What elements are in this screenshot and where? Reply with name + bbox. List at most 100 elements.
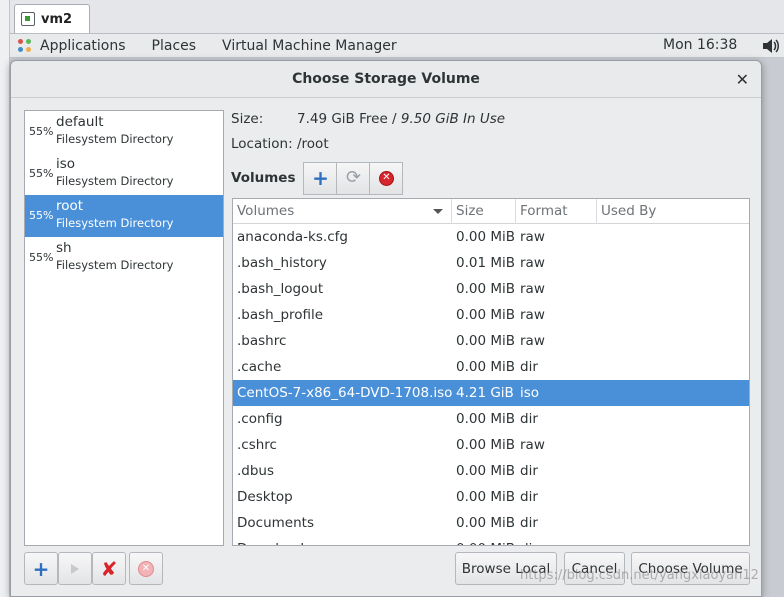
pool-usage: 55% [29, 125, 54, 138]
cell-name: .bash_history [237, 255, 327, 271]
dialog-title: Choose Storage Volume [292, 71, 480, 87]
choose-storage-volume-dialog: Choose Storage Volume ✕ 55% default Filesy… [10, 60, 762, 597]
size-value: 7.49 GiB Free / 9.50 GiB In Use [297, 111, 505, 127]
table-row[interactable]: Downloads 0.00 MiBdir [233, 536, 749, 545]
stop-pool-button[interactable]: ✕ [129, 552, 163, 585]
applications-icon [18, 38, 32, 53]
pool-name: iso [56, 156, 76, 172]
cell-format: raw [520, 333, 545, 349]
table-row[interactable]: anaconda-ks.cfg 0.00 MiB raw [233, 224, 749, 250]
storage-pool-list: 55% default Filesystem Directory 55% iso File… [24, 110, 224, 546]
volumes-table-header: Volumes Size Format Used By [233, 199, 749, 224]
pool-type: Filesystem Directory [56, 174, 174, 188]
pool-name: root [56, 198, 84, 214]
table-row[interactable]: Documents 0.00 MiB dir [233, 510, 749, 536]
pool-usage: 55% [29, 167, 54, 180]
pool-type: Filesystem Directory [56, 258, 174, 272]
cell-format: raw [520, 255, 545, 271]
cell-size: 4.21 GiB [456, 385, 514, 401]
cell-size: 0.00 MiB [456, 437, 516, 453]
cell-format: dir [520, 515, 538, 531]
cell-format: dir [520, 463, 538, 479]
viewer-tab-strip: vm2 [0, 0, 784, 597]
app-menu[interactable]: Virtual Machine Manager [222, 38, 397, 54]
cell-size: 0.00 MiB [456, 359, 516, 375]
cell-size: 0.00 MiB [452, 536, 515, 545]
delete-pool-button[interactable]: ✘ [92, 552, 126, 585]
pool-item-default[interactable]: 55% default Filesystem Directory [25, 111, 223, 153]
pool-item-root[interactable]: 55% root Filesystem Directory [25, 195, 223, 237]
plus-icon: + [312, 166, 329, 190]
clock[interactable]: Mon 16:38 [663, 37, 737, 53]
pool-name: sh [56, 240, 72, 256]
vm-icon [21, 12, 35, 26]
dialog-titlebar: Choose Storage Volume ✕ [11, 61, 761, 98]
cell-size: 0.00 MiB [456, 515, 516, 531]
start-pool-button[interactable] [58, 552, 92, 585]
table-row[interactable]: .bashrc 0.00 MiB raw [233, 328, 749, 354]
column-header-used-by[interactable]: Used By [597, 199, 749, 224]
cell-format: dir [520, 359, 538, 375]
pool-type: Filesystem Directory [56, 132, 174, 146]
size-free: 7.49 GiB Free [297, 111, 388, 127]
table-row[interactable]: .cache 0.00 MiB dir [233, 354, 749, 380]
volumes-toolbar: Volumes + ⟳ ✕ [231, 161, 404, 195]
add-pool-button[interactable]: + [24, 552, 58, 585]
play-icon [71, 563, 79, 574]
cell-format: raw [520, 281, 545, 297]
table-row[interactable]: .bash_profile 0.00 MiB raw [233, 302, 749, 328]
plus-icon: + [32, 556, 50, 581]
pool-usage: 55% [29, 251, 54, 264]
vm-tab-label: vm2 [41, 11, 73, 27]
delete-icon: ✘ [100, 556, 118, 581]
cell-name: Downloads [233, 536, 311, 545]
cell-name: anaconda-ks.cfg [237, 229, 348, 245]
cell-size: 0.00 MiB [456, 333, 516, 349]
table-row[interactable]: .dbus 0.00 MiB dir [233, 458, 749, 484]
close-icon[interactable]: ✕ [736, 70, 749, 89]
table-row[interactable]: .config 0.00 MiB dir [233, 406, 749, 432]
cell-size: 0.00 MiB [456, 411, 516, 427]
cell-name: .bash_profile [237, 307, 324, 323]
location-value: /root [297, 136, 329, 152]
size-label: Size: [231, 111, 264, 127]
volumes-table: Volumes Size Format Used By anaconda-ks.… [232, 198, 750, 546]
cell-name: Documents [237, 515, 314, 531]
sort-descending-icon [433, 209, 443, 214]
table-row[interactable]: .bash_logout 0.00 MiB raw [233, 276, 749, 302]
cell-size: 0.00 MiB [456, 489, 516, 505]
volumes-table-body: anaconda-ks.cfg 0.00 MiB raw .bash_history 0… [233, 224, 749, 545]
watermark: https://blog.csdn.net/yangxiaoyan12 [520, 568, 759, 583]
vm-tab[interactable]: vm2 [14, 4, 90, 33]
cell-name: .dbus [237, 463, 275, 479]
applications-menu[interactable]: Applications [40, 38, 126, 54]
cell-format: dir [520, 411, 538, 427]
stop-icon: ✕ [378, 170, 394, 186]
table-row[interactable]: .bash_history 0.01 MiB raw [233, 250, 749, 276]
size-separator: / [387, 111, 401, 127]
add-volume-button[interactable]: + [303, 161, 338, 195]
column-header-volumes[interactable]: Volumes [233, 199, 452, 224]
cell-name: .config [237, 411, 283, 427]
table-row[interactable]: .cshrc 0.00 MiB raw [233, 432, 749, 458]
pool-type: Filesystem Directory [56, 216, 174, 230]
stop-icon: ✕ [138, 560, 154, 577]
cell-name: .bashrc [237, 333, 287, 349]
cell-name: .bash_logout [237, 281, 324, 297]
cell-size: 0.00 MiB [456, 229, 516, 245]
cell-size: 0.00 MiB [456, 281, 516, 297]
places-menu[interactable]: Places [152, 38, 197, 54]
delete-volume-button[interactable]: ✕ [369, 161, 404, 195]
speaker-icon[interactable] [762, 38, 780, 54]
cell-name: CentOS-7-x86_64-DVD-1708.iso [237, 385, 453, 401]
column-header-size[interactable]: Size [452, 199, 516, 224]
column-header-format[interactable]: Format [516, 199, 597, 224]
refresh-volumes-button[interactable]: ⟳ [336, 161, 371, 195]
size-in-use: 9.50 GiB In Use [400, 111, 506, 127]
pool-item-sh[interactable]: 55% sh Filesystem Directory [25, 237, 223, 279]
pool-item-iso[interactable]: 55% iso Filesystem Directory [25, 153, 223, 195]
cell-name: Desktop [237, 489, 293, 505]
pool-name: default [56, 114, 104, 130]
table-row[interactable]: CentOS-7-x86_64-DVD-1708.iso 4.21 GiB iso [233, 380, 749, 406]
table-row[interactable]: Desktop 0.00 MiB dir [233, 484, 749, 510]
